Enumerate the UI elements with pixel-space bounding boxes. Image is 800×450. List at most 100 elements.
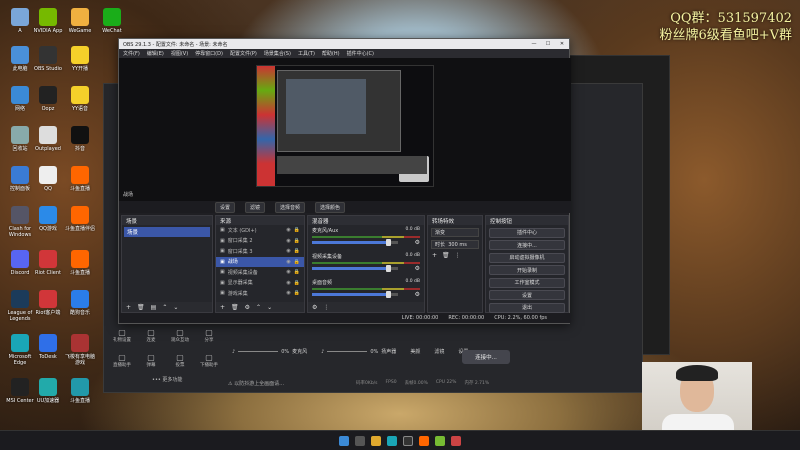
audio-control[interactable]: ♪ 0% 扬声器 — [321, 348, 396, 356]
channel-gear-icon[interactable]: ⚙ — [415, 265, 420, 272]
move-down-icon[interactable]: ⌄ — [173, 304, 178, 311]
desktop-icon[interactable]: Oopz — [32, 86, 64, 112]
menu-item[interactable]: 插件中心(C) — [347, 50, 374, 57]
audio-control[interactable]: ♪ 0% 麦克风 — [232, 348, 307, 356]
douyu-taskbar-icon[interactable] — [419, 435, 429, 446]
source-item[interactable]: ▣ 战场 ◉ 🔒 — [216, 256, 304, 267]
app2-taskbar-icon[interactable] — [451, 435, 461, 446]
desktop-icon[interactable]: QQ — [32, 166, 64, 192]
go-live-button[interactable]: 连接中... — [462, 350, 510, 364]
search-icon[interactable] — [355, 435, 365, 446]
desktop-icon[interactable]: NVIDIA App — [32, 8, 64, 34]
add-icon[interactable]: + — [126, 304, 131, 311]
channel-gear-icon[interactable]: ⚙ — [415, 291, 420, 298]
duration-field[interactable]: 时长 300 ms — [431, 240, 479, 249]
audio-slider[interactable] — [238, 351, 279, 352]
source-item[interactable]: ▣ 视频采集设备 ◉ 🔒 — [216, 267, 304, 278]
desktop-icon[interactable]: 酷狗音乐 — [64, 290, 96, 316]
move-up-icon[interactable]: ⌃ — [256, 304, 261, 311]
tool-extra-button[interactable]: 美颜 — [410, 348, 420, 355]
eye-icon[interactable]: ◉ — [286, 248, 290, 254]
source-item[interactable]: ▣ 显示器采集 ◉ 🔒 — [216, 278, 304, 289]
menu-item[interactable]: 视图(V) — [171, 50, 188, 57]
more-icon[interactable]: ⋮ — [323, 304, 329, 311]
eye-icon[interactable]: ◉ — [286, 227, 290, 233]
preview-control-button[interactable]: 选择颜色 — [315, 201, 346, 213]
desktop-icon[interactable]: OBS Studio — [32, 46, 64, 72]
more-icon[interactable]: ⋮ — [455, 252, 461, 259]
menu-item[interactable]: 配置文件(P) — [230, 50, 257, 57]
volume-knob[interactable] — [386, 291, 392, 298]
desktop-icon[interactable]: 斗鱼直播伴侣 — [64, 206, 96, 232]
trash-icon[interactable]: 🗑 — [137, 304, 145, 311]
filter-icon[interactable]: ▤ — [151, 304, 157, 311]
channel-gear-icon[interactable]: ⚙ — [415, 239, 420, 246]
tool-function-button[interactable]: ▢ 礼物设置 — [112, 328, 132, 344]
source-item[interactable]: ▣ 窗口采集 2 ◉ 🔒 — [216, 236, 304, 247]
control-button[interactable]: 退出 — [489, 302, 565, 313]
control-button[interactable]: 设置 — [489, 290, 565, 300]
volume-slider[interactable] — [312, 239, 399, 246]
eye-icon[interactable]: ◉ — [286, 259, 290, 265]
menu-item[interactable]: 编辑(E) — [147, 50, 164, 57]
control-button[interactable]: 开始录制 — [489, 265, 565, 275]
obs-window[interactable]: OBS 29.1.3 - 配置文件: 未命名 - 场景: 未命名 — ☐ ✕ 文… — [118, 38, 571, 324]
desktop-icon[interactable]: YY开播 — [64, 46, 96, 72]
obs-title-bar[interactable]: OBS 29.1.3 - 配置文件: 未命名 - 场景: 未命名 — ☐ ✕ — [119, 39, 569, 49]
menu-item[interactable]: 工具(T) — [298, 50, 315, 57]
lock-icon[interactable]: 🔒 — [294, 290, 300, 296]
obs-taskbar-icon[interactable] — [403, 435, 413, 446]
preview-control-button[interactable]: 选择音频 — [275, 201, 306, 213]
tool-function-button[interactable]: ▢ 弹幕 — [141, 353, 161, 369]
eye-icon[interactable]: ◉ — [286, 290, 290, 296]
mixer-gear-icon[interactable]: ⚙ — [312, 304, 317, 311]
desktop-icon[interactable]: YY语音 — [64, 86, 96, 112]
volume-knob[interactable] — [386, 265, 392, 272]
close-icon[interactable]: ✕ — [555, 41, 569, 47]
eye-icon[interactable]: ◉ — [286, 280, 290, 286]
tool-extra-button[interactable]: 滤镜 — [434, 348, 444, 355]
add-icon[interactable]: + — [220, 304, 225, 311]
menu-item[interactable]: 停靠窗口(D) — [195, 50, 223, 57]
move-up-icon[interactable]: ⌃ — [162, 304, 167, 311]
control-button[interactable]: 插件中心 — [489, 227, 565, 238]
lock-icon[interactable]: 🔒 — [294, 259, 300, 265]
desktop-icon[interactable]: WeChat — [96, 8, 128, 34]
desktop-icon[interactable]: 斗鱼直播 — [64, 378, 96, 404]
preview-control-button[interactable]: 滤镜 — [245, 201, 266, 213]
minimize-icon[interactable]: — — [527, 41, 541, 47]
desktop-icon[interactable]: UU加速器 — [32, 378, 64, 404]
lock-icon[interactable]: 🔒 — [294, 227, 300, 233]
source-item[interactable]: ▣ 文本 (GDI+) ◉ 🔒 — [216, 225, 304, 236]
add-icon[interactable]: + — [432, 252, 437, 259]
tool-function-button[interactable]: ▢ 直播助手 — [112, 353, 132, 369]
menu-item[interactable]: 文件(F) — [123, 50, 140, 57]
volume-slider[interactable] — [312, 291, 399, 298]
move-down-icon[interactable]: ⌄ — [267, 304, 272, 311]
desktop-icon[interactable]: Riot客户端 — [32, 290, 64, 316]
preview-control-button[interactable]: 设置 — [215, 201, 236, 213]
audio-slider[interactable] — [327, 351, 368, 352]
eye-icon[interactable]: ◉ — [286, 269, 290, 275]
edge-icon[interactable] — [387, 435, 397, 446]
stream-preview[interactable] — [256, 65, 434, 187]
desktop-icon[interactable]: 斗鱼直播 — [64, 166, 96, 192]
source-item[interactable]: ▣ 游戏采集 ◉ 🔒 — [216, 288, 304, 299]
desktop-icon[interactable]: Riot Client — [32, 250, 64, 276]
desktop-icon[interactable]: WeGame — [64, 8, 96, 34]
control-button[interactable]: 启动虚拟摄像机 — [489, 252, 565, 263]
menu-item[interactable]: 帮助(H) — [322, 50, 340, 57]
lock-icon[interactable]: 🔒 — [294, 248, 300, 254]
eye-icon[interactable]: ◉ — [286, 238, 290, 244]
desktop-icon[interactable]: QQ游戏 — [32, 206, 64, 232]
desktop-icon[interactable]: 飞梭有享电脑游戏 — [64, 334, 96, 366]
maximize-icon[interactable]: ☐ — [541, 41, 555, 47]
app-taskbar-icon[interactable] — [435, 435, 445, 446]
more-functions[interactable]: ••• 更多功能 — [152, 376, 182, 383]
tool-function-button[interactable]: ▢ 连麦 — [141, 328, 161, 344]
gear-icon[interactable]: ⚙ — [245, 304, 250, 311]
volume-slider[interactable] — [312, 265, 399, 272]
tool-function-button[interactable]: ▢ 下播助手 — [199, 353, 219, 369]
volume-knob[interactable] — [386, 239, 392, 246]
tool-function-button[interactable]: ▢ 分享 — [199, 328, 219, 344]
